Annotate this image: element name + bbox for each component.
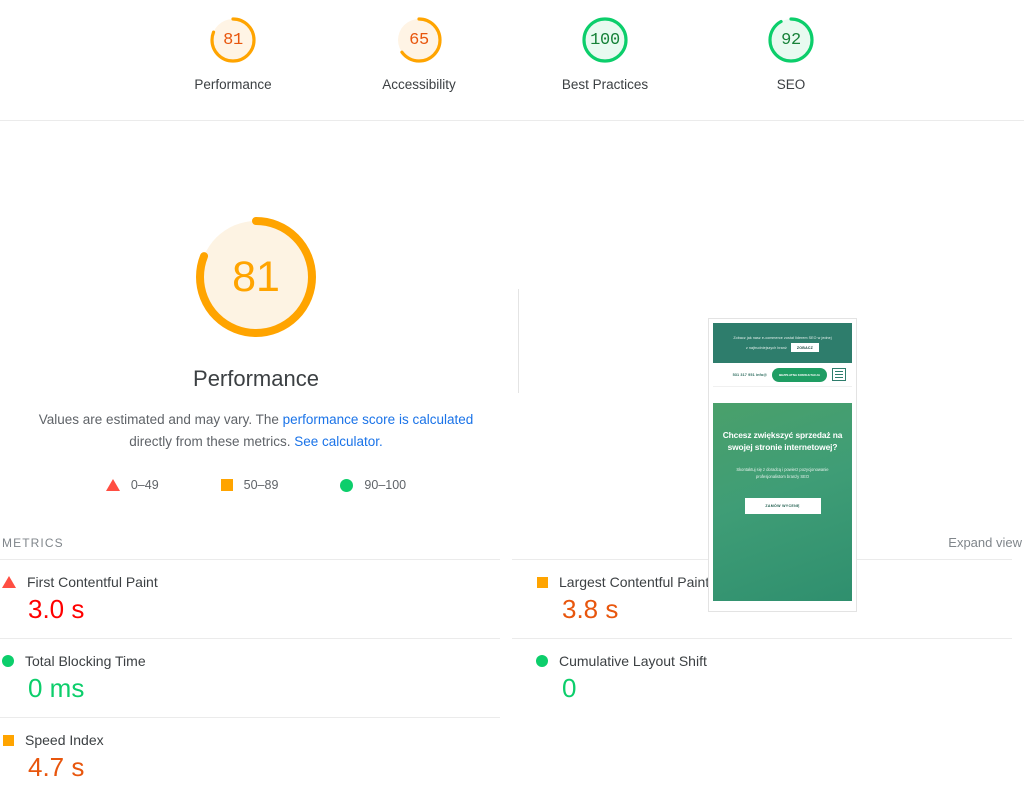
metrics-header: METRICS Expand view	[0, 535, 1024, 559]
legend-range: 0–49	[131, 478, 159, 492]
see-calculator-link[interactable]: See calculator.	[294, 434, 383, 449]
category-score-best-practices[interactable]: 100 Best Practices	[545, 14, 665, 93]
metrics-grid: First Contentful Paint 3.0 s Largest Con…	[0, 559, 1024, 796]
square-icon	[221, 479, 233, 491]
hamburger-menu-icon	[832, 368, 846, 381]
metric-name: Cumulative Layout Shift	[559, 653, 707, 669]
site-subtext: Skontaktuj się z doradcą i powierz pozyc…	[722, 466, 843, 480]
banner-cta-button: ZOBACZ	[791, 343, 819, 352]
metric-value: 4.7 s	[28, 750, 500, 784]
metric-first-contentful-paint[interactable]: First Contentful Paint 3.0 s	[0, 559, 500, 638]
gauge-performance: 81	[207, 14, 259, 66]
circle-icon	[536, 655, 548, 667]
legend-item-poor: 0–49	[106, 478, 159, 492]
metric-header: Total Blocking Time	[2, 653, 500, 669]
category-score-accessibility[interactable]: 65 Accessibility	[359, 14, 479, 93]
pagespeed-report: 81 Performance 65 Accessibility 100	[0, 0, 1024, 801]
performance-description: Values are estimated and may vary. The p…	[35, 409, 477, 453]
metric-name: Total Blocking Time	[25, 653, 146, 669]
site-top-banner: Zobacz jak nasz e-commerce został lidere…	[713, 323, 852, 363]
gauge-seo: 92	[765, 14, 817, 66]
circle-icon	[2, 655, 14, 667]
metric-name: Largest Contentful Paint	[559, 574, 709, 590]
square-icon	[537, 577, 548, 588]
metric-cumulative-layout-shift[interactable]: Cumulative Layout Shift 0	[512, 638, 1012, 717]
metric-value: 0 ms	[28, 671, 500, 705]
category-label: Accessibility	[359, 77, 479, 93]
category-score-seo[interactable]: 92 SEO	[731, 14, 851, 93]
legend-item-average: 50–89	[221, 478, 279, 492]
desc-text-2: directly from these metrics.	[129, 434, 294, 449]
desc-text-1: Values are estimated and may vary. The	[39, 412, 283, 427]
vertical-divider	[518, 289, 519, 393]
performance-score-link[interactable]: performance score is calculated	[283, 412, 474, 427]
metric-value: 3.0 s	[28, 592, 500, 626]
performance-summary: 81 Performance Values are estimated and …	[0, 121, 512, 492]
site-consultation-pill: BEZPŁATNA KONSULTACJA	[772, 368, 827, 382]
metric-header: Cumulative Layout Shift	[536, 653, 1012, 669]
category-score-performance[interactable]: 81 Performance	[173, 14, 293, 93]
legend-range: 50–89	[244, 478, 279, 492]
score-legend: 0–49 50–89 90–100	[0, 478, 512, 492]
triangle-icon	[106, 479, 120, 491]
metric-header: First Contentful Paint	[2, 574, 500, 590]
site-navbar: 531 317 951 info@ BEZPŁATNA KONSULTACJA	[713, 363, 852, 387]
metric-total-blocking-time[interactable]: Total Blocking Time 0 ms	[0, 638, 500, 717]
site-hero-section: Chcesz zwiększyć sprzedaż na swojej stro…	[713, 403, 852, 601]
banner-line-2-row: z najtrudniejszych branż ZOBACZ	[719, 343, 846, 352]
category-label: Performance	[173, 77, 293, 93]
legend-range: 90–100	[364, 478, 406, 492]
screenshot-content: Zobacz jak nasz e-commerce został lidere…	[713, 323, 852, 607]
site-phone-number: 531 317 951 info@	[733, 373, 768, 377]
site-headline: Chcesz zwiększyć sprzedaż na swojej stro…	[722, 429, 843, 453]
category-score-strip: 81 Performance 65 Accessibility 100	[0, 0, 1024, 120]
gauge-value: 81	[207, 14, 259, 66]
gauge-value: 92	[765, 14, 817, 66]
gauge-performance-large: 81	[188, 209, 324, 345]
page-title: Performance	[0, 365, 512, 393]
metric-empty-cell	[512, 717, 1012, 796]
metric-speed-index[interactable]: Speed Index 4.7 s	[0, 717, 500, 796]
expand-view-button[interactable]: Expand view	[948, 535, 1022, 550]
metrics-title: METRICS	[2, 536, 64, 550]
banner-line-2: z najtrudniejszych branż	[746, 345, 787, 351]
banner-line-1: Zobacz jak nasz e-commerce został lidere…	[733, 335, 831, 341]
legend-item-good: 90–100	[340, 478, 406, 492]
circle-icon	[340, 479, 353, 492]
square-icon	[3, 735, 14, 746]
site-spacer	[713, 387, 852, 403]
site-cta-button: ZAMÓW WYCENĘ	[745, 498, 821, 514]
performance-hero: 81 Performance Values are estimated and …	[0, 121, 1024, 521]
gauge-value: 100	[579, 14, 631, 66]
metric-value: 0	[562, 671, 1012, 705]
gauge-accessibility: 65	[393, 14, 445, 66]
metric-name: First Contentful Paint	[27, 574, 158, 590]
gauge-value: 65	[393, 14, 445, 66]
gauge-large-value: 81	[188, 209, 324, 345]
triangle-icon	[2, 576, 16, 588]
gauge-best-practices: 100	[579, 14, 631, 66]
metric-header: Speed Index	[2, 732, 500, 748]
metric-name: Speed Index	[25, 732, 104, 748]
category-label: SEO	[731, 77, 851, 93]
category-label: Best Practices	[545, 77, 665, 93]
final-screenshot-thumbnail[interactable]: Zobacz jak nasz e-commerce został lidere…	[708, 318, 857, 612]
